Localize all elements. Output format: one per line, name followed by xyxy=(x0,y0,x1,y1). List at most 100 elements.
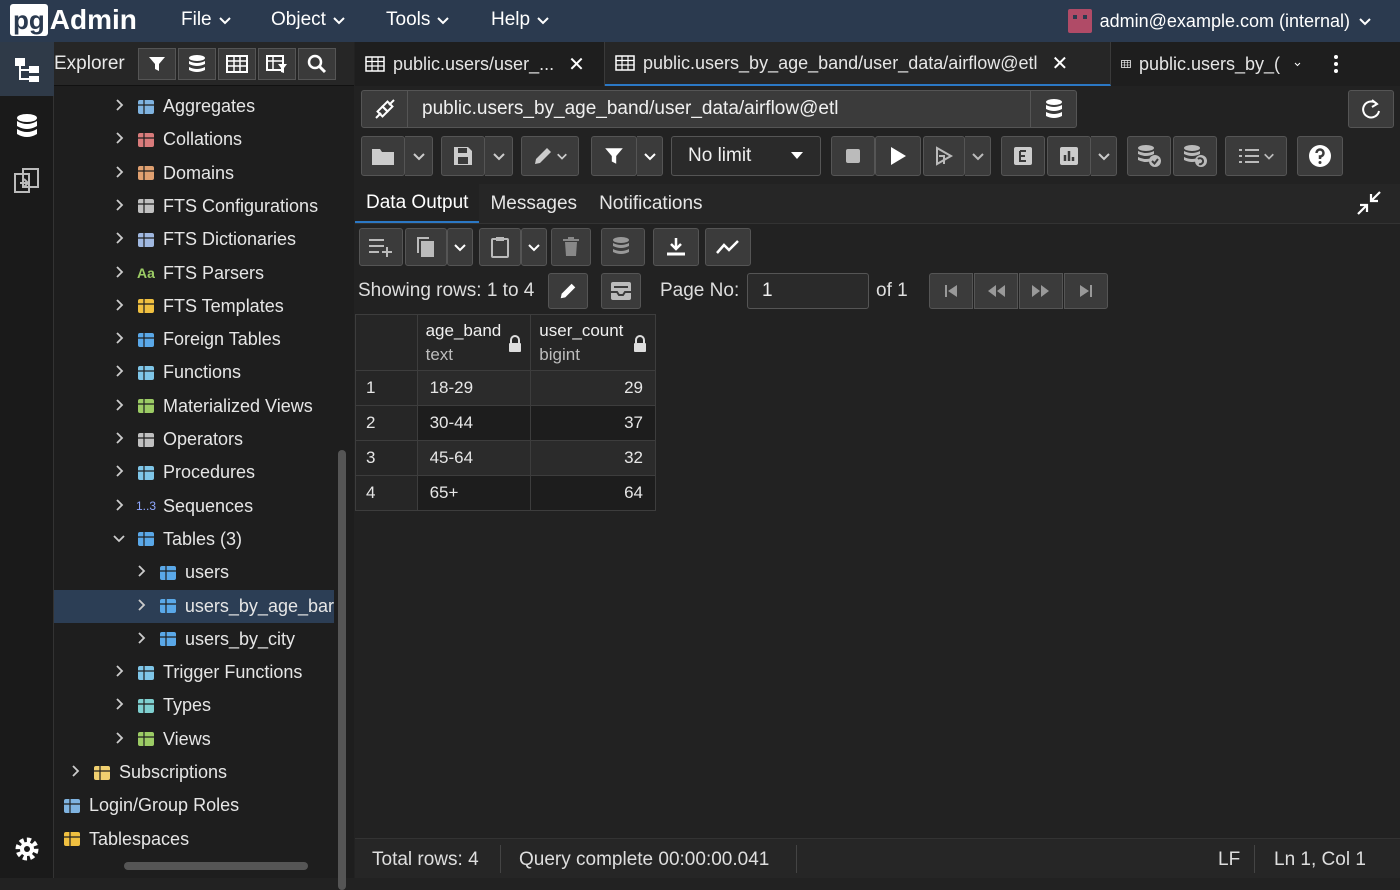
column-header-age-band[interactable]: age_band text xyxy=(416,314,532,371)
open-file-button[interactable] xyxy=(361,136,405,176)
chevron-right-icon[interactable] xyxy=(112,398,126,412)
expand-toggle[interactable] xyxy=(110,431,128,448)
query-tool-shortcut[interactable] xyxy=(178,47,216,80)
chevron-right-icon[interactable] xyxy=(112,298,126,312)
chevron-right-icon[interactable] xyxy=(112,98,126,112)
table-row[interactable]: 4 65+ 64 xyxy=(355,475,656,511)
expand-toggle[interactable] xyxy=(110,198,128,215)
expand-toggle[interactable] xyxy=(110,664,128,681)
chevron-right-icon[interactable] xyxy=(112,231,126,245)
tree-item-fts-templates[interactable]: FTS Templates xyxy=(54,290,334,323)
expand-toggle[interactable] xyxy=(110,298,128,315)
tree-item-domains[interactable]: Domains xyxy=(54,157,334,190)
chevron-right-icon[interactable] xyxy=(112,265,126,279)
refresh-button[interactable] xyxy=(1348,90,1394,128)
paste-dropdown[interactable] xyxy=(521,228,547,266)
tree-item-trigger-functions[interactable]: Trigger Functions xyxy=(54,656,334,689)
close-icon[interactable]: ✕ xyxy=(568,52,585,77)
edit-button[interactable] xyxy=(521,136,579,176)
tab-users-by-age-band[interactable]: public.users_by_age_band/user_data/airfl… xyxy=(605,42,1111,86)
cell-user-count[interactable]: 29 xyxy=(530,370,656,406)
tab-menu-button[interactable] xyxy=(1311,42,1361,86)
chevron-right-icon[interactable] xyxy=(112,731,126,745)
cell-age-band[interactable]: 18-29 xyxy=(416,370,532,406)
tree-item-login-group-roles[interactable]: Login/Group Roles xyxy=(54,789,334,822)
collapse-panel-button[interactable] xyxy=(1356,190,1382,221)
expand-toggle[interactable] xyxy=(110,231,128,248)
row-number[interactable]: 4 xyxy=(355,475,418,511)
rollback-button[interactable] xyxy=(1173,136,1217,176)
cell-age-band[interactable]: 30-44 xyxy=(416,405,532,441)
chevron-right-icon[interactable] xyxy=(112,131,126,145)
tree-item-fts-parsers[interactable]: Aa FTS Parsers xyxy=(54,257,334,290)
add-row-button[interactable] xyxy=(359,228,403,266)
tree-item-views[interactable]: Views xyxy=(54,723,334,756)
tree-item-tablespaces[interactable]: Tablespaces xyxy=(54,823,334,856)
filtered-rows-button[interactable] xyxy=(258,47,296,80)
commit-button[interactable] xyxy=(1127,136,1171,176)
tree-horizontal-scrollbar[interactable] xyxy=(124,862,308,870)
execute-dropdown[interactable] xyxy=(965,136,991,176)
expand-toggle[interactable] xyxy=(132,564,150,581)
chevron-right-icon[interactable] xyxy=(134,631,148,645)
row-limit-select[interactable]: No limit xyxy=(671,136,821,176)
query-tool-button[interactable] xyxy=(0,100,54,154)
explain-button[interactable] xyxy=(1001,136,1045,176)
tree-item-types[interactable]: Types xyxy=(54,689,334,722)
filter-dropdown[interactable] xyxy=(637,136,663,176)
tree-vertical-scrollbar[interactable] xyxy=(338,450,346,890)
expand-toggle[interactable] xyxy=(110,697,128,714)
user-menu[interactable]: admin@example.com (internal) xyxy=(1067,9,1372,33)
paste-button[interactable] xyxy=(479,228,521,266)
execute-script-button[interactable] xyxy=(923,136,965,176)
save-file-button[interactable] xyxy=(441,136,485,176)
row-number[interactable]: 2 xyxy=(355,405,418,441)
chevron-right-icon[interactable] xyxy=(112,364,126,378)
expand-toggle[interactable] xyxy=(110,731,128,748)
menu-help[interactable]: Help xyxy=(491,9,550,31)
delete-row-button[interactable] xyxy=(551,228,591,266)
chevron-right-icon[interactable] xyxy=(112,331,126,345)
connection-status-button[interactable] xyxy=(362,91,408,127)
table-row[interactable]: 3 45-64 32 xyxy=(355,440,656,476)
change-connection-button[interactable] xyxy=(1030,91,1076,127)
expand-toggle[interactable] xyxy=(110,498,128,515)
expand-toggle[interactable] xyxy=(110,364,128,381)
execute-button[interactable] xyxy=(875,136,921,176)
copy-button[interactable] xyxy=(405,228,447,266)
chevron-down-icon[interactable] xyxy=(1294,57,1301,71)
expand-toggle[interactable] xyxy=(110,98,128,115)
tree-item-aggregates[interactable]: Aggregates xyxy=(54,90,334,123)
chevron-right-icon[interactable] xyxy=(112,697,126,711)
chevron-right-icon[interactable] xyxy=(112,165,126,179)
data-grid[interactable]: age_band text user_count bigint 1 18-29 … xyxy=(355,314,656,511)
tab-messages[interactable]: Messages xyxy=(479,184,588,223)
tree-item-functions[interactable]: Functions xyxy=(54,356,334,389)
tree-item-fts-configurations[interactable]: FTS Configurations xyxy=(54,190,334,223)
table-row[interactable]: 1 18-29 29 xyxy=(355,370,656,406)
cell-user-count[interactable]: 32 xyxy=(530,440,656,476)
connection-path[interactable]: public.users_by_age_band/user_data/airfl… xyxy=(408,98,1030,120)
graph-visualiser-button[interactable] xyxy=(705,228,751,266)
expand-toggle[interactable] xyxy=(132,631,150,648)
macros-button[interactable] xyxy=(1225,136,1287,176)
object-explorer-button[interactable] xyxy=(0,42,54,96)
explain-analyze-button[interactable] xyxy=(1047,136,1091,176)
expand-toggle[interactable] xyxy=(110,131,128,148)
chevron-right-icon[interactable] xyxy=(112,664,126,678)
stop-button[interactable] xyxy=(831,136,875,176)
cell-age-band[interactable]: 65+ xyxy=(416,475,532,511)
close-icon[interactable]: ✕ xyxy=(1052,51,1069,76)
tree-item-sequences[interactable]: 1..3 Sequences xyxy=(54,490,334,523)
tree-item-operators[interactable]: Operators xyxy=(54,423,334,456)
search-objects-button[interactable] xyxy=(298,47,336,80)
row-number[interactable]: 1 xyxy=(355,370,418,406)
column-header-user-count[interactable]: user_count bigint xyxy=(530,314,656,371)
cell-user-count[interactable]: 64 xyxy=(530,475,656,511)
expand-toggle[interactable] xyxy=(66,764,84,781)
tree-item-users-by-age-bar[interactable]: users_by_age_bar xyxy=(54,589,334,623)
tree-item-fts-dictionaries[interactable]: FTS Dictionaries xyxy=(54,223,334,256)
tree-item-users-by-city[interactable]: users_by_city xyxy=(54,623,334,656)
tab-users-by-city[interactable]: public.users_by_( xyxy=(1111,42,1311,86)
tree-item-procedures[interactable]: Procedures xyxy=(54,456,334,489)
